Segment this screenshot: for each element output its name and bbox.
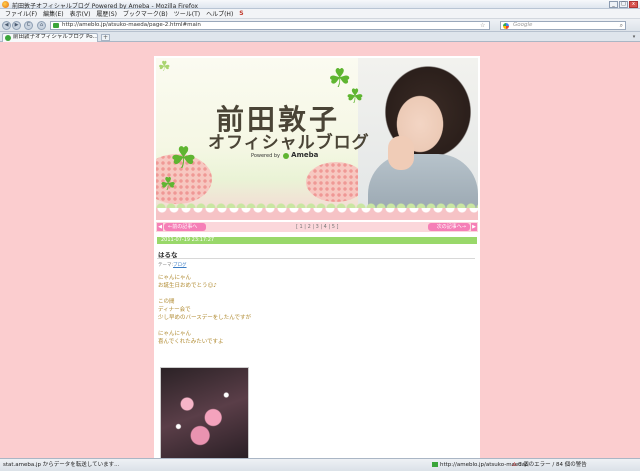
- divider: [157, 258, 475, 259]
- clover-icon: ☘: [346, 84, 364, 108]
- firefox-icon: [2, 1, 9, 8]
- ameba-icon: [282, 152, 289, 159]
- entry-line: 喜んでくれたみたいですよ: [158, 339, 224, 345]
- window-titlebar: 前田敦子オフィシャルブログ Powered by Ameba - Mozilla…: [0, 0, 640, 10]
- scallop-border: [156, 198, 478, 208]
- menu-bar: ファイル(F) 編集(E) 表示(V) 履歴(S) ブックマーク(B) ツール(…: [0, 9, 640, 19]
- menu-edit[interactable]: 編集(E): [40, 9, 66, 18]
- tab-bar: 前田敦子オフィシャルブログ Po... + ▾: [0, 32, 640, 42]
- entry-photo[interactable]: [160, 367, 249, 458]
- status-bar: stat.ameba.jp からデータを転送しています... http://am…: [0, 458, 640, 471]
- entry-date: 2011-07-19 23:17:27: [157, 237, 477, 244]
- entry-line: ディナー会で: [158, 307, 191, 313]
- maximize-button[interactable]: □: [619, 1, 628, 8]
- new-tab-button[interactable]: +: [101, 34, 110, 41]
- entry-line: にゃんにゃん: [158, 275, 192, 281]
- warning-icon: ⚠: [512, 462, 517, 468]
- entry-body: にゃんにゃん お誕生日おめでとう☺♪ この間 ディナー会で 少し早めのバースデー…: [158, 274, 251, 346]
- theme-label: テーマ:: [158, 263, 174, 268]
- entry-line: にゃんにゃん: [158, 331, 192, 337]
- lace-border: [156, 208, 478, 220]
- site-icon: [432, 462, 438, 467]
- menu-view[interactable]: 表示(V): [67, 9, 94, 18]
- addon-icon[interactable]: S: [236, 10, 246, 17]
- polka-dot-decoration: [306, 162, 366, 202]
- minimize-button[interactable]: _: [609, 1, 618, 8]
- ameba-logo-text: Ameba: [291, 151, 319, 159]
- menu-history[interactable]: 履歴(S): [93, 9, 120, 18]
- menu-bookmarks[interactable]: ブックマーク(B): [120, 9, 171, 18]
- page-numbers[interactable]: [ 1 | 2 | 3 | 4 | 5 ]: [296, 223, 338, 231]
- clover-icon: ☘: [160, 174, 177, 195]
- google-icon: [503, 23, 509, 29]
- theme-link[interactable]: ブログ: [173, 263, 187, 268]
- ameba-tab-icon: [5, 35, 11, 41]
- navigation-toolbar: ◀ ▶ C ⌂ http://ameblo.jp/atsuko-maeda/pa…: [0, 19, 640, 32]
- next-entry-button[interactable]: 次の記事へ→: [428, 223, 470, 231]
- entry-theme: テーマ:ブログ: [158, 262, 187, 268]
- status-text: stat.ameba.jp からデータを転送しています...: [3, 462, 120, 468]
- entry-pager: ◀ ←前の記事へ [ 1 | 2 | 3 | 4 | 5 ] 次の記事へ→ ▶: [156, 222, 478, 232]
- tab-list-icon[interactable]: ▾: [630, 34, 638, 41]
- hand-shape: [388, 136, 414, 170]
- back-button[interactable]: ◀: [2, 21, 11, 30]
- menu-help[interactable]: ヘルプ(H): [203, 9, 236, 18]
- prev-entry-button[interactable]: ←前の記事へ: [164, 223, 206, 231]
- clover-icon: ☘: [170, 141, 197, 176]
- entry-line: お誕生日おめでとう☺♪: [158, 283, 217, 289]
- reload-button[interactable]: C: [24, 21, 33, 30]
- entry-line: この間: [158, 299, 175, 305]
- clover-icon: ☘: [158, 59, 171, 75]
- tab-active[interactable]: 前田敦子オフィシャルブログ Po...: [2, 33, 98, 42]
- pager-next-arrow-icon[interactable]: ▶: [471, 223, 477, 231]
- powered-by-label: Powered by: [251, 153, 280, 159]
- search-placeholder: Google: [513, 22, 533, 28]
- site-icon: [53, 23, 59, 28]
- error-count: 0 個のエラー / 84 個の警告: [517, 462, 587, 468]
- bookmark-star-icon[interactable]: ☆: [480, 22, 485, 29]
- blog-container: ☘ ☘ ☘ ☘ ☘ 前田敦子 オフィシャルブログ Powered by Ameb…: [154, 56, 480, 458]
- menu-tools[interactable]: ツール(T): [171, 9, 203, 18]
- search-input[interactable]: Google ⌕: [500, 21, 626, 30]
- entry-line: [158, 290, 251, 298]
- entry-line: [158, 322, 251, 330]
- entry-line: 少し早めのバースデーをしたんですが: [158, 315, 251, 321]
- blog-header-banner[interactable]: ☘ ☘ ☘ ☘ ☘ 前田敦子 オフィシャルブログ Powered by Ameb…: [156, 58, 478, 220]
- tab-label: 前田敦子オフィシャルブログ Po...: [13, 34, 98, 40]
- error-console-status[interactable]: ⚠0 個のエラー / 84 個の警告: [512, 459, 587, 471]
- close-button[interactable]: x: [629, 1, 638, 8]
- menu-file[interactable]: ファイル(F): [2, 9, 40, 18]
- page-viewport: ☘ ☘ ☘ ☘ ☘ 前田敦子 オフィシャルブログ Powered by Ameb…: [0, 43, 640, 458]
- home-button[interactable]: ⌂: [37, 21, 46, 30]
- window-controls: _ □ x: [609, 1, 638, 8]
- url-text: http://ameblo.jp/atsuko-maeda/page-2.htm…: [62, 22, 201, 28]
- url-input[interactable]: http://ameblo.jp/atsuko-maeda/page-2.htm…: [50, 21, 490, 30]
- search-icon[interactable]: ⌕: [620, 22, 623, 29]
- forward-button[interactable]: ▶: [12, 21, 21, 30]
- powered-by: Powered by Ameba: [251, 151, 318, 159]
- pager-prev-arrow-icon[interactable]: ◀: [157, 223, 163, 231]
- blog-subtitle: オフィシャルブログ: [208, 133, 370, 153]
- profile-photo: [358, 58, 478, 214]
